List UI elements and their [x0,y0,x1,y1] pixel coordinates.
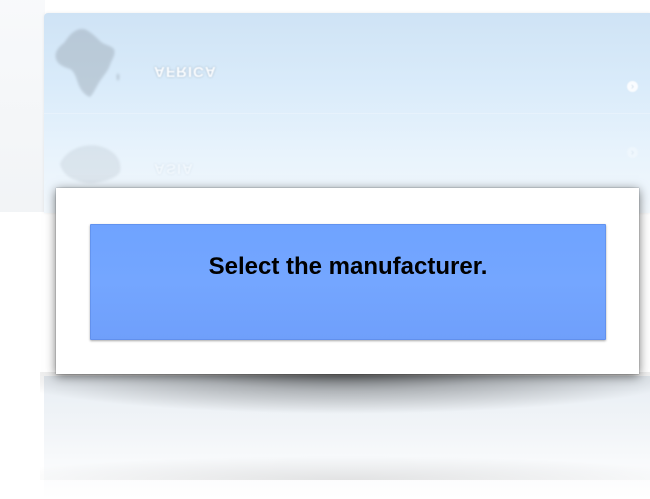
chevron-right-icon: › [627,81,638,92]
message-dialog: Select the manufacturer. [56,188,639,374]
region-list: AFRICA › ASIA › [44,13,650,213]
region-label: AFRICA [154,63,217,80]
reflection-fade [40,420,650,480]
africa-map-icon [55,29,120,97]
dialog-message: Select the manufacturer. [208,253,488,280]
region-label: ASIA [154,160,194,177]
message-panel[interactable]: Select the manufacturer. [90,224,606,340]
chevron-right-icon: › [627,147,638,158]
backdrop-edge [0,0,45,212]
screen: AFRICA › ASIA › Select the manufacturer. [0,0,650,499]
region-row-africa[interactable]: AFRICA › [44,13,650,113]
